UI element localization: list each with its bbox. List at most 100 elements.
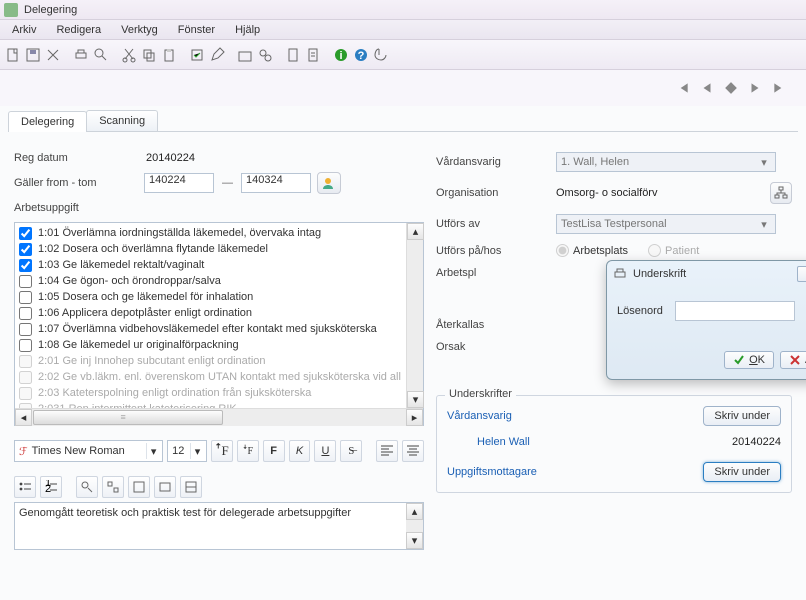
task-checkbox[interactable] <box>19 355 32 368</box>
disk-icon[interactable] <box>236 46 254 64</box>
print-icon[interactable] <box>72 46 90 64</box>
galler-to-input[interactable]: 140324 <box>241 173 311 193</box>
scroll-right-icon[interactable]: ▸ <box>406 409 423 426</box>
font-combo[interactable]: ℱ Times New Roman ▾ <box>14 440 163 462</box>
scroll-up-icon[interactable]: ▴ <box>407 223 424 240</box>
help-icon[interactable]: ? <box>352 46 370 64</box>
current-record-icon[interactable] <box>724 81 738 95</box>
list-vscroll[interactable]: ▴ ▾ <box>406 223 423 408</box>
task-checkbox[interactable] <box>19 323 32 336</box>
last-record-icon[interactable] <box>772 81 786 95</box>
underline-button[interactable]: U <box>314 440 336 462</box>
task-row[interactable]: 1:08 Ge läkemedel ur originalförpackning <box>17 337 421 353</box>
form-icon[interactable] <box>188 46 206 64</box>
task-checkbox[interactable] <box>19 227 32 240</box>
search-icon[interactable] <box>92 46 110 64</box>
scroll-down-icon[interactable]: ▾ <box>406 532 423 549</box>
menu-hjalp[interactable]: Hjälp <box>225 24 270 36</box>
menu-verktyg[interactable]: Verktyg <box>111 24 168 36</box>
task-listbox[interactable]: 1:01 Överlämna iordningställda läkemedel… <box>14 222 424 426</box>
page1-icon[interactable] <box>284 46 302 64</box>
refresh-user-icon[interactable] <box>317 172 341 194</box>
hscroll-thumb[interactable] <box>33 410 223 425</box>
pencil-icon[interactable] <box>208 46 226 64</box>
gears-icon[interactable] <box>256 46 274 64</box>
save-icon[interactable] <box>24 46 42 64</box>
find-button[interactable] <box>76 476 98 498</box>
italic-button[interactable]: K <box>289 440 311 462</box>
task-checkbox[interactable] <box>19 307 32 320</box>
tool4-button[interactable] <box>180 476 202 498</box>
info-icon[interactable]: i <box>332 46 350 64</box>
utfors-av-combo[interactable]: TestLisa Testpersonal ▾ <box>556 214 776 234</box>
first-record-icon[interactable] <box>676 81 690 95</box>
chevron-down-icon[interactable]: ▾ <box>146 443 160 459</box>
task-row[interactable]: 2:01 Ge inj Innohep subcutant enligt ord… <box>17 353 421 369</box>
prev-record-icon[interactable] <box>700 81 714 95</box>
vardansvarig-combo[interactable]: 1. Wall, Helen ▾ <box>556 152 776 172</box>
numbering-button[interactable]: 12 <box>40 476 62 498</box>
task-checkbox[interactable] <box>19 275 32 288</box>
task-checkbox[interactable] <box>19 339 32 352</box>
fontsize-combo[interactable]: 12 ▾ <box>167 440 207 462</box>
larger-font-button[interactable]: ꜛF <box>211 440 233 462</box>
losenord-input[interactable] <box>675 301 795 321</box>
task-checkbox[interactable] <box>19 387 32 400</box>
task-checkbox[interactable] <box>19 371 32 384</box>
new-icon[interactable] <box>4 46 22 64</box>
galler-from-input[interactable]: 140224 <box>144 173 214 193</box>
delete-icon[interactable] <box>44 46 62 64</box>
tool1-button[interactable] <box>102 476 124 498</box>
strike-button[interactable]: S̶ <box>340 440 362 462</box>
scroll-up-icon[interactable]: ▴ <box>406 503 423 520</box>
page2-icon[interactable] <box>304 46 322 64</box>
task-row[interactable]: 1:06 Applicera depotplåster enligt ordin… <box>17 305 421 321</box>
next-record-icon[interactable] <box>748 81 762 95</box>
radio-patient[interactable]: Patient <box>648 244 699 257</box>
task-row[interactable]: 1:02 Dosera och överlämna flytande läkem… <box>17 241 421 257</box>
task-row[interactable]: 2:031 Ren intermittent kateterisering RI… <box>17 401 421 408</box>
menu-fonster[interactable]: Fönster <box>168 24 225 36</box>
scroll-left-icon[interactable]: ◂ <box>15 409 32 426</box>
skriv-under-button-2[interactable]: Skriv under <box>703 462 781 482</box>
task-checkbox[interactable] <box>19 291 32 304</box>
list-hscroll[interactable]: ◂ ▸ <box>15 408 423 425</box>
bullets-button[interactable] <box>14 476 36 498</box>
align-center-button[interactable] <box>402 440 424 462</box>
chevron-down-icon[interactable]: ▾ <box>757 218 771 231</box>
task-row[interactable]: 1:01 Överlämna iordningställda läkemedel… <box>17 225 421 241</box>
align-left-button[interactable] <box>376 440 398 462</box>
signer-name: Helen Wall <box>477 436 530 448</box>
paste-icon[interactable] <box>160 46 178 64</box>
dialog-cancel-button[interactable]: Avbryt <box>780 351 806 369</box>
copy-icon[interactable] <box>140 46 158 64</box>
smaller-font-button[interactable]: ꜜF <box>237 440 259 462</box>
tool2-button[interactable] <box>128 476 150 498</box>
task-row[interactable]: 2:02 Ge vb.läkm. enl. överenskom UTAN ko… <box>17 369 421 385</box>
note-editor[interactable]: Genomgått teoretisk och praktisk test fö… <box>14 502 424 550</box>
chevron-down-icon[interactable]: ▾ <box>190 443 204 459</box>
tool3-button[interactable] <box>154 476 176 498</box>
task-row[interactable]: 2:03 Kateterspolning enligt ordination f… <box>17 385 421 401</box>
chevron-down-icon[interactable]: ▾ <box>757 156 771 169</box>
task-row[interactable]: 1:04 Ge ögon- och örondroppar/salva <box>17 273 421 289</box>
task-checkbox[interactable] <box>19 243 32 256</box>
exit-icon[interactable] <box>372 46 390 64</box>
task-row[interactable]: 1:03 Ge läkemedel rektalt/vaginalt <box>17 257 421 273</box>
task-checkbox[interactable] <box>19 259 32 272</box>
org-tree-button[interactable] <box>770 182 792 204</box>
dialog-help-button[interactable]: ? <box>797 266 806 282</box>
cut-icon[interactable] <box>120 46 138 64</box>
skriv-under-button[interactable]: Skriv under <box>703 406 781 426</box>
record-navbar <box>0 70 806 106</box>
tab-delegering[interactable]: Delegering <box>8 111 87 132</box>
menu-redigera[interactable]: Redigera <box>46 24 111 36</box>
dialog-ok-button[interactable]: OK <box>724 351 774 369</box>
task-row[interactable]: 1:07 Överlämna vidbehovsläkemedel efter … <box>17 321 421 337</box>
bold-button[interactable]: F <box>263 440 285 462</box>
scroll-down-icon[interactable]: ▾ <box>407 391 424 408</box>
task-row[interactable]: 1:05 Dosera och ge läkemedel för inhalat… <box>17 289 421 305</box>
menu-arkiv[interactable]: Arkiv <box>2 24 46 36</box>
tab-scanning[interactable]: Scanning <box>86 110 158 131</box>
radio-arbetsplats[interactable]: Arbetsplats <box>556 244 628 257</box>
